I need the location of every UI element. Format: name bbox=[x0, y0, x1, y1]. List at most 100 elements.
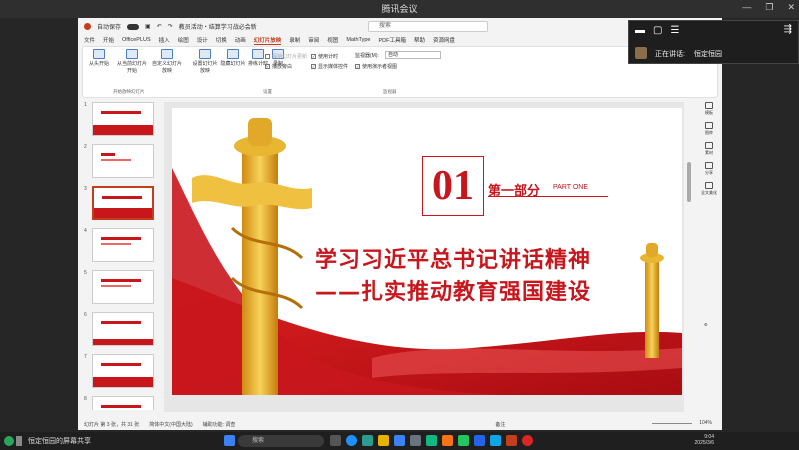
tab-view[interactable]: 视图 bbox=[327, 36, 338, 44]
tab-pdf-tools[interactable]: PDF工具箱 bbox=[378, 36, 406, 44]
thumbnail-8[interactable]: 8 bbox=[82, 396, 160, 410]
screen-share-icon[interactable] bbox=[16, 436, 22, 446]
keep-updated-checkbox[interactable]: 保持幻灯片更新 bbox=[265, 53, 307, 60]
restore-icon[interactable]: ❐ bbox=[765, 2, 773, 13]
screen-share-label: 恒定恒园的屏幕共享 bbox=[28, 438, 91, 445]
tab-officeplus[interactable]: OfficePLUS bbox=[122, 37, 151, 43]
taskbar-search[interactable]: 搜索 bbox=[238, 435, 324, 447]
mic-icon[interactable] bbox=[4, 436, 14, 446]
tab-file[interactable]: 文件 bbox=[84, 36, 95, 44]
window-controls: — ❐ ✕ bbox=[742, 2, 795, 13]
slide-title-line1: 学习习近平总书记讲话精神 bbox=[315, 248, 592, 273]
ribbon-tabs: 文件 开始 OfficePLUS 插入 绘图 设计 切换 动画 幻灯片放映 录制… bbox=[78, 35, 722, 45]
powerpoint-window: 自动保存 ▣ ↶ ↷ 教员活动・结算学习战必会新 搜索 文件 开始 Office… bbox=[78, 18, 722, 430]
tab-home[interactable]: 开始 bbox=[103, 36, 114, 44]
list-view-icon[interactable]: ☰ bbox=[670, 25, 679, 36]
slide-editor: 01 第一部分 PART ONE 学习习近平总书记讲话精神 ——扎实推动教育强国… bbox=[164, 102, 684, 412]
slide-thumbnails: 1 2 3 4 5 6 7 8 bbox=[82, 102, 160, 410]
save-icon[interactable]: ▣ bbox=[145, 23, 151, 30]
powerpoint-icon[interactable] bbox=[506, 435, 517, 446]
section-number: 01 bbox=[432, 163, 474, 209]
thumbnail-6[interactable]: 6 bbox=[82, 312, 160, 350]
share-button[interactable]: 分享 bbox=[698, 162, 720, 176]
settings-gear-icon[interactable]: ⚙ bbox=[704, 322, 708, 327]
show-media-checkbox[interactable]: ✓ 显示媒体控件 bbox=[311, 63, 348, 70]
app-icon-5[interactable] bbox=[442, 435, 453, 446]
tab-design[interactable]: 设计 bbox=[197, 36, 208, 44]
monitor-select[interactable]: 自动 bbox=[385, 51, 441, 59]
app-icon-3[interactable] bbox=[410, 435, 421, 446]
language-status[interactable]: 简体中文(中国大陆) bbox=[149, 421, 192, 428]
taskbar: 恒定恒园的屏幕共享 搜索 9:04 2025/3/6 bbox=[0, 432, 799, 450]
app-icon-6[interactable] bbox=[458, 435, 469, 446]
tab-cloud[interactable]: 资源网盘 bbox=[433, 36, 455, 44]
task-view-icon[interactable] bbox=[330, 435, 341, 446]
redo-icon[interactable]: ↷ bbox=[168, 23, 173, 30]
ppt-search-input[interactable]: 搜索 bbox=[368, 21, 488, 32]
thumbnail-2[interactable]: 2 bbox=[82, 144, 160, 182]
zoom-slider[interactable] bbox=[652, 423, 692, 424]
speaking-label: 正在讲话: bbox=[655, 51, 685, 58]
right-tool-pane: 模板 图库 素材 分享 全文美化 ⚙ bbox=[698, 102, 720, 402]
thumbnail-4[interactable]: 4 bbox=[82, 228, 160, 266]
ppt-logo-icon bbox=[84, 23, 91, 30]
play-narration-checkbox[interactable]: ✓ 播放旁白 bbox=[265, 63, 292, 70]
materials-button[interactable]: 素材 bbox=[698, 142, 720, 156]
undo-icon[interactable]: ↶ bbox=[157, 23, 162, 30]
speaker-name: 恒定恒园 bbox=[694, 51, 722, 58]
zoom-level[interactable]: 104% bbox=[699, 420, 712, 426]
slide-scrollbar[interactable] bbox=[686, 102, 692, 402]
tab-slideshow[interactable]: 幻灯片放映 bbox=[253, 36, 282, 45]
taskbar-clock[interactable]: 9:04 2025/3/6 bbox=[694, 434, 714, 446]
app-icon-1[interactable] bbox=[362, 435, 373, 446]
tencent-meeting-icon[interactable] bbox=[474, 435, 485, 446]
app-icon-4[interactable] bbox=[426, 435, 437, 446]
minimize-icon[interactable]: — bbox=[742, 2, 751, 13]
presenter-view-checkbox[interactable]: ✓ 使用演示者视图 bbox=[355, 63, 397, 70]
from-start-button[interactable]: 从头开始 bbox=[85, 47, 113, 67]
tab-insert[interactable]: 插入 bbox=[159, 36, 170, 44]
tab-transitions[interactable]: 切换 bbox=[216, 36, 227, 44]
close-icon[interactable]: ✕ bbox=[787, 2, 795, 13]
app-icon-7[interactable] bbox=[490, 435, 501, 446]
tab-draw[interactable]: 绘图 bbox=[178, 36, 189, 44]
templates-button[interactable]: 模板 bbox=[698, 102, 720, 116]
panel-menu-icon[interactable]: ⇶ bbox=[784, 24, 792, 35]
tab-mathtype[interactable]: MathType bbox=[346, 37, 370, 43]
hide-slide-icon bbox=[227, 49, 239, 59]
thumbnail-7[interactable]: 7 bbox=[82, 354, 160, 392]
play-icon bbox=[93, 49, 105, 59]
thumbnail-3[interactable]: 3 bbox=[82, 186, 160, 224]
beautify-icon bbox=[705, 182, 713, 189]
slide-count: 幻灯片 第 3 张，共 31 张 bbox=[84, 421, 140, 428]
custom-show-button[interactable]: 自定义幻灯片放映 bbox=[151, 47, 183, 74]
thumbnail-5[interactable]: 5 bbox=[82, 270, 160, 308]
app-icon-8[interactable] bbox=[522, 435, 533, 446]
beautify-button[interactable]: 全文美化 bbox=[698, 182, 720, 196]
window-view-icon[interactable]: ▢ bbox=[653, 25, 662, 36]
tab-help[interactable]: 帮助 bbox=[414, 36, 425, 44]
tab-review[interactable]: 审阅 bbox=[308, 36, 319, 44]
template-icon bbox=[705, 102, 713, 109]
file-explorer-icon[interactable] bbox=[378, 435, 389, 446]
notes-button[interactable]: 备注 bbox=[495, 421, 505, 428]
use-timing-checkbox[interactable]: ✓ 使用计时 bbox=[311, 53, 338, 60]
setup-icon bbox=[199, 49, 211, 59]
setup-show-button[interactable]: 设置幻灯片放映 bbox=[191, 47, 219, 74]
windows-start-icon[interactable] bbox=[224, 435, 235, 446]
current-slide[interactable]: 01 第一部分 PART ONE 学习习近平总书记讲话精神 ——扎实推动教育强国… bbox=[172, 108, 682, 395]
thumbnail-1[interactable]: 1 bbox=[82, 102, 160, 140]
materials-icon bbox=[705, 142, 713, 149]
minimize-view-icon[interactable]: ▬ bbox=[635, 25, 645, 36]
accessibility-status[interactable]: 辅助功能: 调查 bbox=[203, 421, 236, 428]
tab-animations[interactable]: 动画 bbox=[235, 36, 246, 44]
app-icon-2[interactable] bbox=[394, 435, 405, 446]
from-current-label: 从当前幻灯片开始 bbox=[116, 61, 147, 74]
ppt-statusbar: 幻灯片 第 3 张，共 31 张 简体中文(中国大陆) 辅助功能: 调查 备注 … bbox=[78, 418, 722, 430]
tab-record[interactable]: 录制 bbox=[289, 36, 300, 44]
autosave-toggle[interactable] bbox=[127, 23, 140, 30]
hide-slide-button[interactable]: 隐藏幻灯片 bbox=[219, 47, 247, 67]
edge-icon[interactable] bbox=[346, 435, 357, 446]
from-current-button[interactable]: 从当前幻灯片开始 bbox=[115, 47, 149, 74]
gallery-button[interactable]: 图库 bbox=[698, 122, 720, 136]
